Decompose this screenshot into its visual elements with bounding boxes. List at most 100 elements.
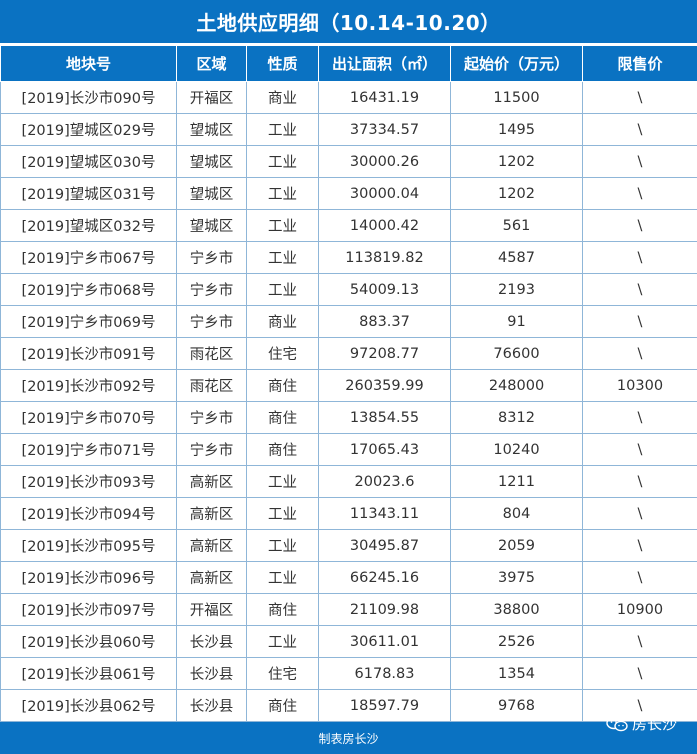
cell-parcel: [2019]长沙市091号 xyxy=(0,337,177,370)
cell-use: 商业 xyxy=(246,305,319,338)
cell-area: 17065.43 xyxy=(318,433,451,466)
cell-price-cap: 10900 xyxy=(582,593,697,626)
cell-area: 20023.6 xyxy=(318,465,451,498)
cell-parcel: [2019]长沙市094号 xyxy=(0,497,177,530)
cell-district: 长沙县 xyxy=(176,689,247,722)
table-row: [2019]长沙县061号 长沙县 住宅 6178.83 1354 \ xyxy=(0,657,697,690)
cell-start-price: 2193 xyxy=(450,273,583,306)
cell-price-cap: \ xyxy=(582,241,697,274)
cell-district: 望城区 xyxy=(176,145,247,178)
cell-district: 望城区 xyxy=(176,209,247,242)
cell-district: 宁乡市 xyxy=(176,241,247,274)
cell-area: 113819.82 xyxy=(318,241,451,274)
cell-area: 54009.13 xyxy=(318,273,451,306)
cell-start-price: 8312 xyxy=(450,401,583,434)
cell-parcel: [2019]宁乡市070号 xyxy=(0,401,177,434)
cell-area: 37334.57 xyxy=(318,113,451,146)
col-header-start-price: 起始价（万元） xyxy=(450,45,583,82)
cell-price-cap: \ xyxy=(582,145,697,178)
col-header-area: 出让面积（㎡） xyxy=(318,45,451,82)
cell-start-price: 91 xyxy=(450,305,583,338)
cell-area: 30611.01 xyxy=(318,625,451,658)
cell-price-cap: \ xyxy=(582,305,697,338)
cell-parcel: [2019]长沙市090号 xyxy=(0,81,177,114)
cell-area: 260359.99 xyxy=(318,369,451,402)
cell-district: 望城区 xyxy=(176,177,247,210)
cell-parcel: [2019]长沙县060号 xyxy=(0,625,177,658)
table-row: [2019]长沙市091号 雨花区 住宅 97208.77 76600 \ xyxy=(0,337,697,370)
cell-area: 16431.19 xyxy=(318,81,451,114)
cell-district: 雨花区 xyxy=(176,337,247,370)
cell-start-price: 76600 xyxy=(450,337,583,370)
table-row: [2019]宁乡市069号 宁乡市 商业 883.37 91 \ xyxy=(0,305,697,338)
table-row: [2019]宁乡市071号 宁乡市 商住 17065.43 10240 \ xyxy=(0,433,697,466)
cell-district: 宁乡市 xyxy=(176,305,247,338)
cell-district: 开福区 xyxy=(176,81,247,114)
cell-district: 宁乡市 xyxy=(176,433,247,466)
cell-use: 商住 xyxy=(246,593,319,626)
cell-start-price: 9768 xyxy=(450,689,583,722)
cell-use: 商住 xyxy=(246,689,319,722)
cell-price-cap: \ xyxy=(582,81,697,114)
cell-parcel: [2019]长沙市097号 xyxy=(0,593,177,626)
cell-area: 6178.83 xyxy=(318,657,451,690)
cell-area: 30000.04 xyxy=(318,177,451,210)
cell-district: 开福区 xyxy=(176,593,247,626)
cell-use: 工业 xyxy=(246,497,319,530)
cell-start-price: 11500 xyxy=(450,81,583,114)
cell-district: 高新区 xyxy=(176,465,247,498)
table-row: [2019]长沙市093号 高新区 工业 20023.6 1211 \ xyxy=(0,465,697,498)
cell-use: 住宅 xyxy=(246,657,319,690)
cell-parcel: [2019]宁乡市067号 xyxy=(0,241,177,274)
cell-price-cap: \ xyxy=(582,209,697,242)
cell-district: 长沙县 xyxy=(176,657,247,690)
cell-price-cap: \ xyxy=(582,273,697,306)
cell-parcel: [2019]长沙市093号 xyxy=(0,465,177,498)
cell-start-price: 38800 xyxy=(450,593,583,626)
table-row: [2019]长沙市095号 高新区 工业 30495.87 2059 \ xyxy=(0,529,697,562)
table-footer: 制表房长沙 xyxy=(0,722,697,754)
cell-use: 商业 xyxy=(246,81,319,114)
header-row: 地块号 区域 性质 出让面积（㎡） 起始价（万元） 限售价 xyxy=(0,45,697,82)
cell-use: 工业 xyxy=(246,625,319,658)
table-row: [2019]长沙县060号 长沙县 工业 30611.01 2526 \ xyxy=(0,625,697,658)
table-row: [2019]望城区032号 望城区 工业 14000.42 561 \ xyxy=(0,209,697,242)
cell-start-price: 248000 xyxy=(450,369,583,402)
cell-start-price: 3975 xyxy=(450,561,583,594)
table-body: [2019]长沙市090号 开福区 商业 16431.19 11500 \ [2019]望城… xyxy=(0,81,697,722)
cell-use: 商住 xyxy=(246,369,319,402)
cell-area: 11343.11 xyxy=(318,497,451,530)
cell-parcel: [2019]长沙市095号 xyxy=(0,529,177,562)
cell-parcel: [2019]望城区029号 xyxy=(0,113,177,146)
col-header-parcel: 地块号 xyxy=(0,45,177,82)
cell-area: 13854.55 xyxy=(318,401,451,434)
table-row: [2019]长沙市090号 开福区 商业 16431.19 11500 \ xyxy=(0,81,697,114)
wechat-icon xyxy=(606,716,628,731)
cell-area: 30000.26 xyxy=(318,145,451,178)
cell-parcel: [2019]长沙市092号 xyxy=(0,369,177,402)
table-row: [2019]宁乡市070号 宁乡市 商住 13854.55 8312 \ xyxy=(0,401,697,434)
cell-use: 工业 xyxy=(246,273,319,306)
watermark: 房长沙 xyxy=(606,713,677,734)
cell-area: 97208.77 xyxy=(318,337,451,370)
cell-price-cap: \ xyxy=(582,433,697,466)
page-title: 土地供应明细（10.14-10.20） xyxy=(0,0,697,45)
cell-price-cap: \ xyxy=(582,113,697,146)
cell-area: 30495.87 xyxy=(318,529,451,562)
cell-start-price: 1202 xyxy=(450,177,583,210)
cell-price-cap: 10300 xyxy=(582,369,697,402)
cell-start-price: 2526 xyxy=(450,625,583,658)
cell-district: 长沙县 xyxy=(176,625,247,658)
cell-use: 工业 xyxy=(246,113,319,146)
watermark-text: 房长沙 xyxy=(631,715,677,733)
cell-district: 望城区 xyxy=(176,113,247,146)
cell-price-cap: \ xyxy=(582,529,697,562)
cell-district: 宁乡市 xyxy=(176,273,247,306)
cell-parcel: [2019]宁乡市069号 xyxy=(0,305,177,338)
cell-price-cap: \ xyxy=(582,657,697,690)
cell-price-cap: \ xyxy=(582,465,697,498)
land-table: 地块号 区域 性质 出让面积（㎡） 起始价（万元） 限售价 [2019]长沙市0… xyxy=(0,45,697,722)
cell-start-price: 804 xyxy=(450,497,583,530)
cell-area: 14000.42 xyxy=(318,209,451,242)
cell-use: 工业 xyxy=(246,465,319,498)
